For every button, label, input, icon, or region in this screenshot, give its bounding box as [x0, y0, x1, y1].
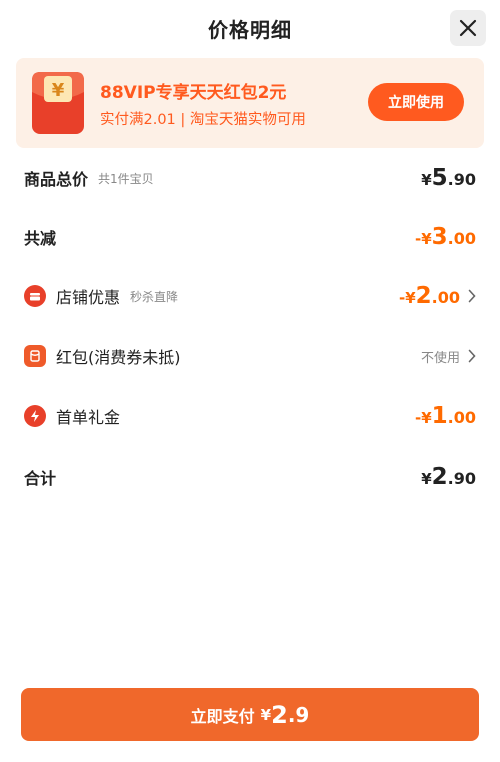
grand-total-int: 2	[431, 464, 448, 490]
first-order-gift-row: 首单礼金 -¥ 1 .00	[24, 398, 476, 434]
red-packet-glyph: ¥	[52, 80, 65, 101]
first-order-amount: -¥ 1 .00	[415, 403, 476, 429]
total-reduction-label: 共减	[24, 229, 57, 248]
promo-title: 88VIP专享天天红包2元	[100, 83, 287, 103]
red-packet-glyph-small	[30, 350, 40, 362]
store-discount-int: 2	[415, 283, 432, 309]
total-reduction-currency: -¥	[414, 230, 432, 248]
chevron-right-icon	[468, 349, 476, 363]
vip-red-packet-promo: ¥ 88VIP专享天天红包2元 实付满2.01 | 淘宝天猫实物可用 立即使用	[16, 58, 484, 148]
goods-total-row: 商品总价 共1件宝贝 ¥ 5 .90	[24, 160, 476, 196]
page-title: 价格明细	[208, 17, 292, 42]
store-discount-dec: .00	[431, 288, 460, 307]
store-discount-currency: -¥	[398, 289, 416, 307]
store-icon	[24, 285, 46, 307]
first-order-dec: .00	[447, 408, 476, 427]
goods-total-dec: .90	[447, 170, 476, 189]
store-discount-note: 秒杀直降	[130, 289, 179, 304]
pay-currency: ¥	[260, 705, 272, 724]
total-reduction-int: 3	[431, 224, 448, 250]
store-glyph	[30, 293, 40, 301]
grand-total-label: 合计	[24, 469, 57, 488]
store-discount-label: 店铺优惠	[56, 288, 121, 307]
goods-total-label: 商品总价	[24, 170, 89, 189]
close-icon	[459, 19, 477, 37]
red-packet-status: 不使用	[420, 350, 460, 366]
grand-total-currency: ¥	[421, 470, 432, 488]
close-button[interactable]	[450, 10, 486, 46]
red-packet-row[interactable]: 红包(消费券未抵) 不使用	[24, 338, 476, 374]
chevron-right-icon	[468, 289, 476, 303]
pay-now-button[interactable]: 立即支付 ¥ 2 .9	[21, 688, 479, 741]
goods-total-amount: ¥ 5 .90	[421, 165, 476, 191]
red-packet-label: 红包(消费券未抵)	[56, 348, 181, 367]
lightning-glyph	[31, 410, 39, 422]
pay-dec: .9	[287, 702, 310, 727]
grand-total-dec: .90	[447, 469, 476, 488]
first-order-currency: -¥	[414, 409, 432, 427]
total-reduction-row: 共减 -¥ 3 .00	[24, 219, 476, 255]
goods-total-currency: ¥	[421, 171, 432, 189]
header: 价格明细	[0, 0, 500, 56]
store-discount-row[interactable]: 店铺优惠 秒杀直降 -¥ 2 .00	[24, 278, 476, 314]
pay-now-label: 立即支付	[190, 706, 255, 726]
store-discount-amount: -¥ 2 .00	[399, 283, 460, 309]
goods-count-note: 共1件宝贝	[98, 171, 154, 186]
promo-subtitle: 实付满2.01 | 淘宝天猫实物可用	[100, 112, 306, 128]
total-reduction-dec: .00	[447, 229, 476, 248]
total-reduction-amount: -¥ 3 .00	[415, 224, 476, 250]
red-packet-icon: ¥	[32, 72, 84, 134]
pay-int: 2	[271, 700, 288, 729]
lightning-icon	[24, 405, 46, 427]
goods-total-int: 5	[431, 165, 448, 191]
first-order-label: 首单礼金	[56, 408, 121, 427]
grand-total-row: 合计 ¥ 2 .90	[24, 459, 476, 495]
red-packet-small-icon	[24, 345, 46, 367]
first-order-int: 1	[431, 403, 448, 429]
use-now-button[interactable]: 立即使用	[368, 83, 464, 121]
grand-total-amount: ¥ 2 .90	[421, 464, 476, 490]
